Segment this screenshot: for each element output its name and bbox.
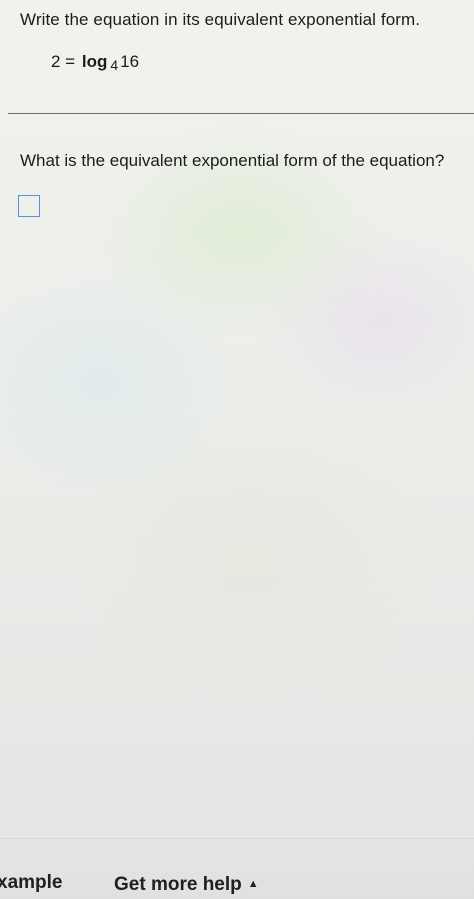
- log-base: 4: [110, 57, 119, 73]
- log-function: log: [81, 52, 108, 71]
- given-equation: 2 = log 4 16: [51, 52, 140, 73]
- example-tab[interactable]: xample: [0, 872, 62, 894]
- log-argument: 16: [120, 52, 140, 71]
- equation-lhs: 2 =: [51, 52, 76, 71]
- question-instruction: Write the equation in its equivalent exp…: [20, 10, 421, 29]
- get-more-help-label: Get more help: [114, 874, 242, 895]
- answer-prompt: What is the equivalent exponential form …: [20, 151, 445, 170]
- caret-up-icon: ▲: [247, 878, 259, 890]
- get-more-help-button[interactable]: Get more help ▲: [114, 874, 259, 896]
- section-divider: [8, 113, 474, 114]
- answer-input-box[interactable]: [18, 195, 40, 217]
